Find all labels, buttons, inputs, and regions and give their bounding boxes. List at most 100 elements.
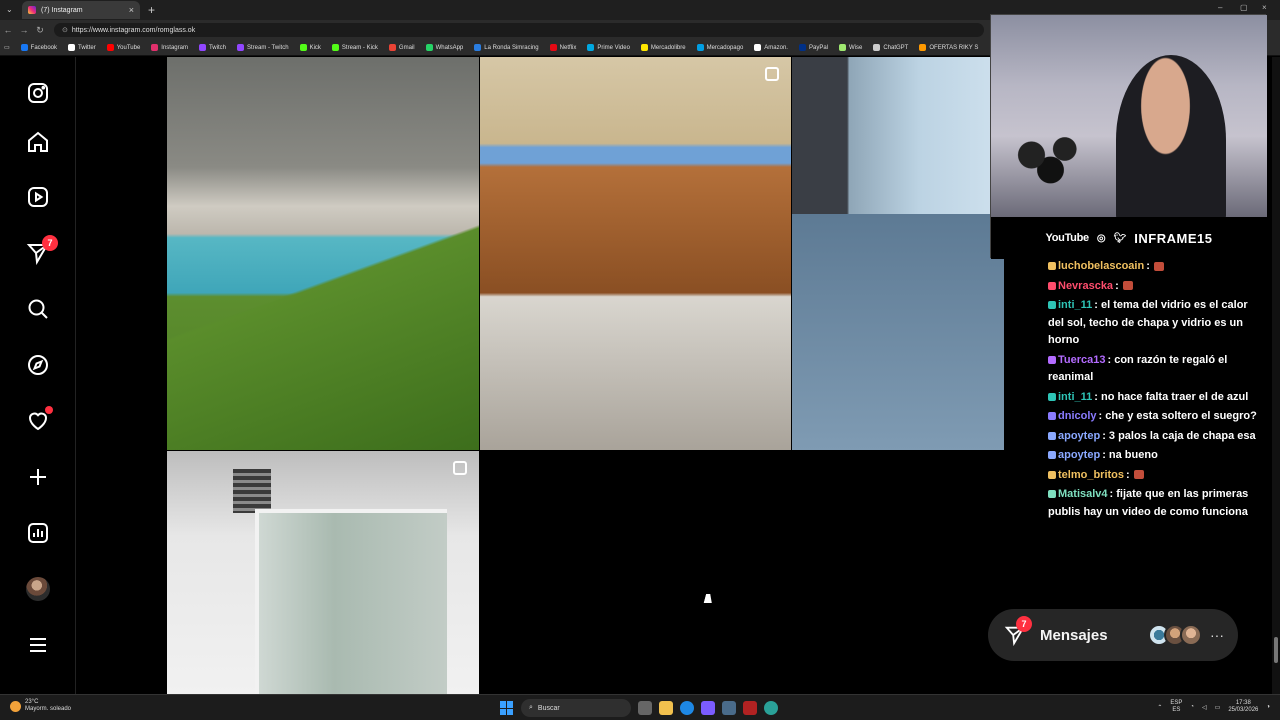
bookmark-item[interactable]: Instagram xyxy=(151,44,188,51)
carousel-icon xyxy=(765,67,779,81)
direct-icon: 7 xyxy=(1004,616,1032,647)
close-tab-icon[interactable]: × xyxy=(129,5,134,15)
chat-message: inti_11: no hace falta traer el de azul xyxy=(1048,389,1264,407)
minimize-icon[interactable]: – xyxy=(1218,3,1222,12)
edge-icon[interactable] xyxy=(680,701,694,715)
create-plus-icon[interactable] xyxy=(26,465,50,489)
bookmark-item[interactable]: Kick xyxy=(299,44,321,51)
maximize-icon[interactable]: ▢ xyxy=(1240,3,1248,12)
search-icon[interactable] xyxy=(26,297,50,321)
reload-icon[interactable]: ↻ xyxy=(32,25,48,36)
chat-username: apoytep xyxy=(1058,429,1101,442)
notification-icon[interactable]: ◑ xyxy=(1266,704,1270,710)
bookmark-item[interactable]: WhatsApp xyxy=(425,44,463,51)
profile-avatar[interactable] xyxy=(26,577,50,601)
clock[interactable]: 17:38 25/03/2026 xyxy=(1228,700,1258,714)
bookmarks-toggle-icon[interactable]: ▭ xyxy=(4,44,10,51)
instagram-logo-icon[interactable] xyxy=(26,81,50,105)
discord-icon[interactable] xyxy=(701,701,715,715)
bookmark-label: Mercadolibre xyxy=(650,44,686,51)
contact-avatar[interactable] xyxy=(1180,624,1202,646)
bookmark-label: Stream - Kick xyxy=(341,44,378,51)
bookmark-item[interactable]: OFERTAS RIKY S xyxy=(919,44,978,51)
bookmark-favicon-icon xyxy=(696,44,704,51)
dashboard-icon[interactable] xyxy=(26,521,50,545)
taskbar-search-label: Buscar xyxy=(537,704,560,712)
bookmark-item[interactable]: Facebook xyxy=(20,44,57,51)
taskbar-search[interactable]: ⌕ Buscar xyxy=(521,699,631,717)
chat-message: Matisalv4: fijate que en las primeras pu… xyxy=(1048,486,1264,521)
chat-username: apoytep xyxy=(1058,449,1101,461)
webcam-video xyxy=(991,15,1267,217)
bookmark-item[interactable]: Wise xyxy=(839,44,862,51)
bookmark-item[interactable]: Prime Video xyxy=(587,44,630,51)
messages-nav-icon[interactable]: 7 xyxy=(26,235,58,265)
home-icon[interactable] xyxy=(26,130,50,154)
volume-icon[interactable]: ◁ xyxy=(1202,704,1207,711)
bookmark-item[interactable]: Gmail xyxy=(388,44,415,51)
reels-icon[interactable] xyxy=(26,185,50,209)
post-glass-deck[interactable] xyxy=(792,57,1004,450)
post-wood-ceiling[interactable] xyxy=(480,57,791,450)
back-icon[interactable]: ← xyxy=(0,25,16,35)
task-view-icon[interactable] xyxy=(638,701,652,715)
chat-text: : 3 palos la caja de chapa esa xyxy=(1102,429,1256,442)
language-indicator[interactable]: ESP ES xyxy=(1170,700,1182,714)
file-explorer-icon[interactable] xyxy=(659,701,673,715)
notifications-badge: 7 xyxy=(42,235,58,251)
battery-icon[interactable]: ▭ xyxy=(1215,704,1221,711)
bookmark-label: Mercadopago xyxy=(706,44,744,51)
messages-pill[interactable]: 7 Mensajes ··· xyxy=(988,609,1238,661)
tray-arrow-icon[interactable]: ⌃ xyxy=(1157,704,1162,711)
windows-start-icon[interactable] xyxy=(500,701,514,715)
post-pool-house[interactable] xyxy=(167,57,479,450)
brand-handle: INFRAME15 xyxy=(1134,230,1213,246)
bookmark-item[interactable]: Twitter xyxy=(68,44,96,51)
scrollbar-thumb[interactable] xyxy=(1274,637,1278,663)
chat-badge-icon xyxy=(1048,355,1056,364)
new-tab-button[interactable]: + xyxy=(148,3,155,17)
carousel-icon xyxy=(453,461,467,475)
bookmark-item[interactable]: La Ronda Simracing xyxy=(474,44,539,51)
clock-date: 25/03/2026 xyxy=(1228,707,1259,713)
close-window-icon[interactable]: × xyxy=(1262,3,1267,12)
page-scrollbar[interactable] xyxy=(1272,57,1280,694)
chat-username: Tuerca13 xyxy=(1058,353,1106,366)
bookmark-item[interactable]: Twitch xyxy=(198,44,226,51)
instagram-favicon-icon xyxy=(28,6,36,14)
bookmark-item[interactable]: Stream - Twitch xyxy=(236,44,289,51)
site-info-icon[interactable]: ⊙ xyxy=(62,26,68,34)
app-icon[interactable] xyxy=(743,701,757,715)
browser-tab-instagram[interactable]: (7) Instagram × xyxy=(22,1,140,19)
chat-badge-icon xyxy=(1048,451,1056,460)
more-contacts-icon[interactable]: ··· xyxy=(1210,627,1224,643)
bookmark-item[interactable]: YouTube xyxy=(106,44,140,51)
bookmark-label: Kick xyxy=(309,44,321,51)
bookmark-item[interactable]: Mercadolibre xyxy=(640,44,686,51)
bookmark-item[interactable]: Amazon. xyxy=(754,44,788,51)
bookmark-item[interactable]: ChatGPT xyxy=(873,44,908,51)
steam-icon[interactable] xyxy=(722,701,736,715)
weather-widget[interactable]: 23°C Mayorm. soleado xyxy=(10,699,71,713)
url-field[interactable]: ⊙ https://www.instagram.com/romglass.ok xyxy=(54,23,984,37)
bookmark-favicon-icon xyxy=(587,44,595,51)
bookmark-item[interactable]: Mercadopago xyxy=(696,44,744,51)
bookmark-item[interactable]: Netflix xyxy=(549,44,576,51)
tab-menu-icon[interactable]: ⌄ xyxy=(6,5,13,14)
chat-message: Tuerca13: con razón te regaló el reanima… xyxy=(1048,352,1264,387)
post-shower-enclosure[interactable] xyxy=(167,451,479,694)
menu-icon[interactable] xyxy=(26,633,50,657)
explore-icon[interactable] xyxy=(26,353,50,377)
chat-username: luchobelascoain xyxy=(1058,260,1145,272)
heart-icon[interactable] xyxy=(26,406,53,433)
bookmark-item[interactable]: Stream - Kick xyxy=(331,44,378,51)
bookmark-item[interactable]: PayPal xyxy=(798,44,828,51)
system-tray: ⌃ ESP ES ◔ ◁ ▭ 17:38 25/03/2026 ◑ xyxy=(1157,700,1270,714)
drum-kit-area xyxy=(1003,125,1098,185)
wifi-icon[interactable]: ◔ xyxy=(1190,704,1194,710)
forward-icon[interactable]: → xyxy=(16,25,32,35)
browser-icon[interactable] xyxy=(764,701,778,715)
language-primary: ESP xyxy=(1170,700,1183,706)
bookmark-favicon-icon xyxy=(549,44,557,51)
bookmark-favicon-icon xyxy=(68,44,76,51)
